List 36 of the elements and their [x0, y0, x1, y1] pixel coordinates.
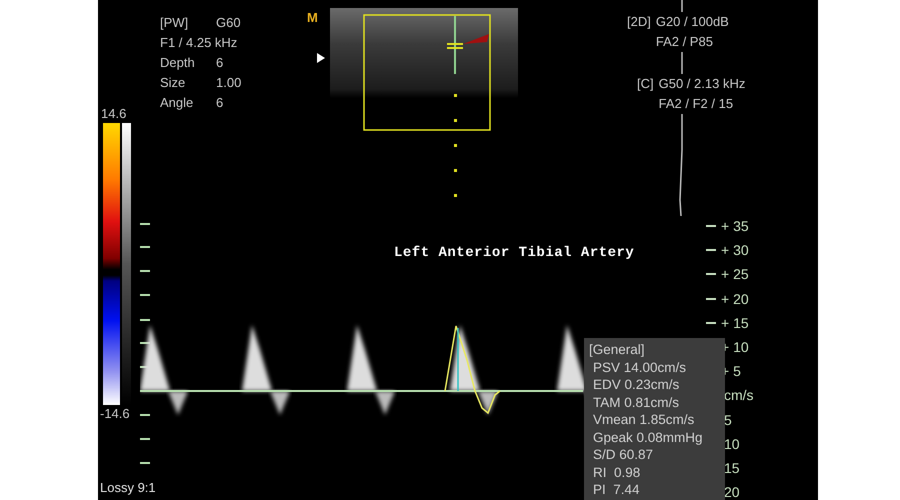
vessel-label: Left Anterior Tibial Artery [394, 245, 634, 261]
measurement-value: PI 7.44 [592, 481, 641, 498]
parameter-label: Size [160, 74, 186, 90]
parameter-label: F1 / 4.25 kHz [160, 34, 238, 50]
measurement-value: Vmean 1.85cm/s [592, 411, 696, 428]
scale-min-label: -14.6 [100, 406, 130, 421]
velocity-scale-label: + 20 [706, 286, 754, 311]
velocity-scale-label: + 25 [706, 262, 754, 287]
measurement-value: PSV 14.00cm/s [592, 358, 688, 376]
parameter-value: G60 [216, 14, 241, 30]
velocity-scale-label: 5 [723, 410, 733, 430]
mode-marker: M [307, 10, 318, 25]
measurements-title: [General] [589, 341, 646, 358]
measurement-value: TAM 0.81cm/s [592, 394, 680, 411]
velocity-scale-label: + 35 [706, 214, 754, 238]
parameter-value: 6 [216, 54, 224, 70]
measurement-value: Gpeak 0.08mmHg [592, 428, 704, 446]
velocity-scale-label: + 30 [706, 238, 754, 262]
pointer-triangle-icon [317, 53, 325, 63]
parameter-label: [PW] [160, 14, 190, 30]
parameter-label: Depth [160, 54, 196, 70]
scale-max-label: 14.6 [101, 106, 126, 121]
measurement-value: RI 0.98 [592, 464, 642, 481]
velocity-scale-label: 20 [723, 483, 741, 500]
parameter-value: 6 [216, 94, 224, 110]
velocity-scale-label: 10 [723, 434, 741, 454]
velocity-scale-label: + 15 [706, 310, 754, 335]
measurement-value: EDV 0.23cm/s [592, 376, 680, 394]
velocity-scale-label: 15 [723, 458, 741, 478]
parameter-label: Angle [160, 94, 194, 110]
compression-label: Lossy 9:1 [100, 480, 156, 495]
parameter-value: G20 / 100dB [656, 12, 729, 32]
parameter-value: 1.00 [216, 74, 242, 90]
measurement-value: S/D 60.87 [592, 446, 654, 464]
velocity-scale-label: cm/s [723, 386, 754, 406]
parameter-value: G50 / 2.13 kHz [658, 74, 746, 94]
